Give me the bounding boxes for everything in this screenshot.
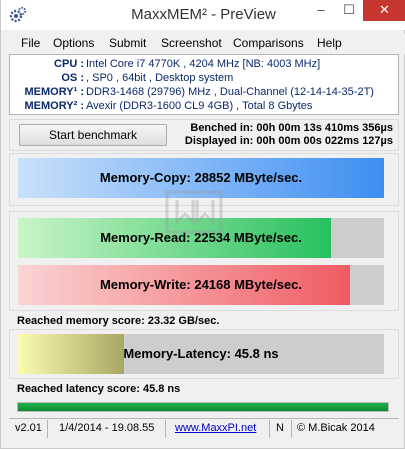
watermark-logo	[165, 190, 223, 234]
os-value: , SP0 , 64bit , Desktop system	[86, 72, 234, 84]
mode-indicator: N	[276, 422, 284, 434]
latency-group: Memory-Latency: 45.8 ns	[9, 329, 399, 379]
menu-submit[interactable]: Submit	[109, 36, 146, 50]
menu-options[interactable]: Options	[53, 36, 94, 50]
memory-latency-bar: Memory-Latency: 45.8 ns	[18, 334, 384, 374]
memory2-label: MEMORY² :	[24, 100, 84, 112]
status-divider	[47, 420, 48, 438]
memory1-label: MEMORY¹ :	[24, 86, 84, 98]
cpu-label: CPU :	[54, 58, 84, 70]
benched-time: Benched in: 00h 00m 13s 410ms 356µs	[190, 122, 393, 134]
app-window: MaxxMEM² - PreView – ☐ ✕ File Options Su…	[0, 0, 405, 449]
memory-latency-label: Memory-Latency: 45.8 ns	[123, 346, 279, 361]
start-benchmark-button[interactable]: Start benchmark	[19, 124, 167, 146]
status-divider	[291, 420, 292, 438]
status-bar: v2.01 1/4/2014 - 19.08.55 www.MaxxPI.net…	[9, 418, 399, 438]
memory1-value: DDR3-1468 (29796) MHz , Dual-Channel (12…	[86, 86, 374, 98]
menu-file[interactable]: File	[21, 36, 40, 50]
title-bar: MaxxMEM² - PreView – ☐ ✕	[1, 0, 405, 30]
memory-write-bar: Memory-Write: 24168 MByte/sec.	[18, 265, 384, 305]
memory-write-label: Memory-Write: 24168 MByte/sec.	[99, 277, 303, 292]
overall-progress-fill	[18, 403, 388, 411]
memory2-value: Avexir (DDR3-1600 CL9 4GB) , Total 8 Gby…	[86, 100, 313, 112]
minimize-button[interactable]: –	[307, 0, 335, 21]
version-text: v2.01	[15, 422, 42, 434]
close-button[interactable]: ✕	[363, 0, 405, 21]
copyright-text: © M.Bicak 2014	[297, 422, 375, 434]
menu-bar: File Options Submit Screenshot Compariso…	[1, 34, 405, 54]
displayed-time: Displayed in: 00h 00m 00s 022ms 127µs	[184, 135, 393, 147]
menu-comparisons[interactable]: Comparisons	[233, 36, 304, 50]
status-divider	[269, 420, 270, 438]
maximize-button[interactable]: ☐	[335, 0, 363, 21]
menu-screenshot[interactable]: Screenshot	[161, 36, 222, 50]
cpu-value: Intel Core i7 4770K , 4204 MHz [NB: 4003…	[86, 58, 321, 70]
system-info-panel: CPU : Intel Core i7 4770K , 4204 MHz [NB…	[9, 54, 399, 115]
overall-progress-bar	[17, 402, 389, 412]
os-label: OS :	[61, 72, 84, 84]
status-divider	[165, 420, 166, 438]
benchmark-controls: Start benchmark Benched in: 00h 00m 13s …	[9, 119, 399, 151]
website-link[interactable]: www.MaxxPI.net	[175, 422, 256, 434]
memory-score: Reached memory score: 23.32 GB/sec.	[17, 315, 220, 327]
latency-score: Reached latency score: 45.8 ns	[17, 383, 181, 395]
menu-help[interactable]: Help	[317, 36, 342, 50]
timestamp-text: 1/4/2014 - 19.08.55	[59, 422, 155, 434]
